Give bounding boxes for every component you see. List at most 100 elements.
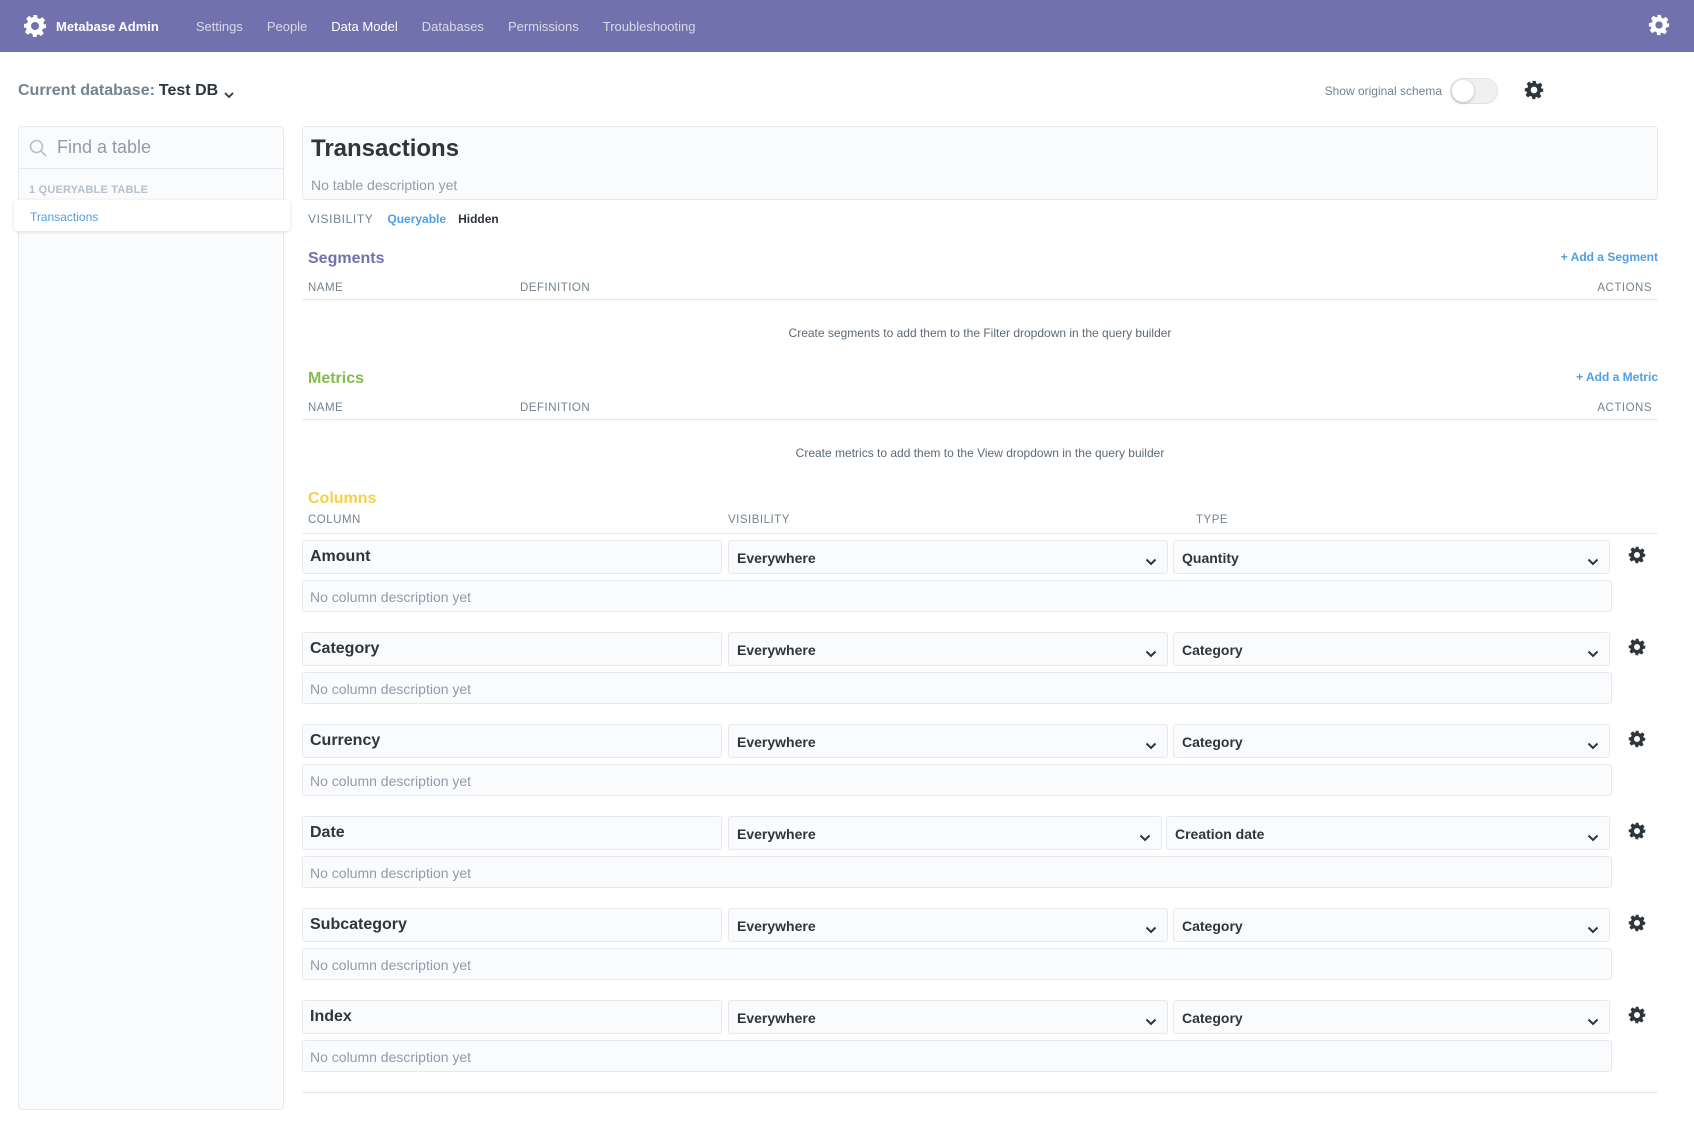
column-visibility-value: Everywhere (737, 918, 816, 934)
column-visibility-value: Everywhere (737, 734, 816, 750)
column-name-field[interactable]: Category (302, 632, 722, 666)
toggle-knob (1452, 80, 1474, 102)
column-visibility-select[interactable]: Everywhere (728, 908, 1168, 942)
metabase-logo-icon (22, 13, 48, 39)
column-name-field[interactable]: Amount (302, 540, 722, 574)
queryable-table-count: 1 QUERYABLE TABLE (29, 184, 149, 196)
column-settings-gear-icon[interactable] (1628, 730, 1648, 750)
table-description[interactable]: No table description yet (311, 177, 1649, 193)
column-type-value: Creation date (1175, 826, 1265, 842)
column-row: Amount Everywhere Quantity No column descri… (302, 540, 1658, 632)
segments-section: Segments + Add a Segment NAME DEFINITION… (302, 250, 1658, 356)
admin-navbar: Metabase Admin Settings People Data Mode… (0, 0, 1694, 52)
chevron-down-icon (1139, 829, 1151, 842)
metrics-section: Metrics + Add a Metric NAME DEFINITION A… (302, 370, 1658, 476)
column-visibility-select[interactable]: Everywhere (728, 1000, 1168, 1034)
column-name-field[interactable]: Date (302, 816, 722, 850)
segments-title: Segments (308, 250, 385, 267)
chevron-down-icon (1587, 829, 1599, 842)
chevron-down-icon (1145, 737, 1157, 750)
column-description-field[interactable]: No column description yet (302, 1040, 1612, 1072)
column-visibility-select[interactable]: Everywhere (728, 724, 1168, 758)
database-selector[interactable]: Current database: Test DB (18, 82, 234, 100)
column-visibility-value: Everywhere (737, 550, 816, 566)
nav-link-data-model[interactable]: Data Model (331, 19, 397, 34)
column-description-field[interactable]: No column description yet (302, 948, 1612, 980)
nav-link-people[interactable]: People (267, 19, 307, 34)
column-description-field[interactable]: No column description yet (302, 764, 1612, 796)
chevron-down-icon (1587, 645, 1599, 658)
nav-links: Settings People Data Model Databases Per… (196, 19, 720, 34)
search-placeholder: Find a table (57, 137, 152, 157)
column-description-field[interactable]: No column description yet (302, 580, 1612, 612)
columns-bottom-divider (302, 1092, 1658, 1093)
chevron-down-icon (1145, 553, 1157, 566)
column-type-select[interactable]: Category (1173, 632, 1610, 666)
column-type-select[interactable]: Category (1173, 724, 1610, 758)
segments-header-actions: ACTIONS (1597, 282, 1652, 294)
column-row: Index Everywhere Category No column descrip… (302, 1000, 1658, 1092)
chevron-down-icon (1145, 921, 1157, 934)
metrics-title: Metrics (308, 370, 365, 387)
column-visibility-value: Everywhere (737, 826, 816, 842)
column-settings-gear-icon[interactable] (1628, 546, 1648, 566)
column-row: Category Everywhere Category No column desc… (302, 632, 1658, 724)
column-visibility-select[interactable]: Everywhere (728, 816, 1162, 850)
column-type-value: Quantity (1182, 550, 1239, 566)
nav-link-troubleshooting[interactable]: Troubleshooting (603, 19, 696, 34)
visibility-queryable[interactable]: Queryable (387, 212, 446, 226)
table-search[interactable]: Find a table (19, 127, 283, 169)
column-description-field[interactable]: No column description yet (302, 672, 1612, 704)
settings-gear-icon[interactable] (1648, 14, 1672, 38)
metrics-header-name: NAME (308, 402, 344, 414)
column-row: Subcategory Everywhere Category No column d… (302, 908, 1658, 1000)
column-type-select[interactable]: Quantity (1173, 540, 1610, 574)
column-visibility-select[interactable]: Everywhere (728, 540, 1168, 574)
columns-title: Columns (308, 490, 377, 507)
chevron-down-icon (1587, 553, 1599, 566)
metrics-header-definition: DEFINITION (520, 402, 591, 414)
column-type-value: Category (1182, 734, 1243, 750)
show-original-schema-toggle[interactable] (1450, 78, 1498, 104)
chevron-down-icon (1587, 737, 1599, 750)
nav-link-permissions[interactable]: Permissions (508, 19, 579, 34)
column-visibility-select[interactable]: Everywhere (728, 632, 1168, 666)
add-metric-link[interactable]: + Add a Metric (1576, 370, 1658, 384)
column-type-value: Category (1182, 1010, 1243, 1026)
column-name-field[interactable]: Index (302, 1000, 722, 1034)
column-type-select[interactable]: Category (1173, 908, 1610, 942)
metrics-header-actions: ACTIONS (1597, 402, 1652, 414)
segments-empty-message: Create segments to add them to the Filte… (788, 326, 1172, 340)
segments-header-definition: DEFINITION (520, 282, 591, 294)
column-name-field[interactable]: Currency (302, 724, 722, 758)
column-type-select[interactable]: Category (1173, 1000, 1610, 1034)
table-title[interactable]: Transactions (311, 135, 1649, 163)
table-detail: Transactions No table description yet VI… (302, 126, 1658, 1093)
database-settings-gear-icon[interactable] (1524, 80, 1544, 100)
columns-table-header: COLUMN VISIBILITY TYPE (302, 514, 1658, 534)
visibility-hidden[interactable]: Hidden (458, 212, 499, 226)
brand[interactable]: Metabase Admin (22, 13, 159, 39)
column-settings-gear-icon[interactable] (1628, 1006, 1648, 1026)
chevron-down-icon (1587, 1013, 1599, 1026)
column-settings-gear-icon[interactable] (1628, 914, 1648, 934)
column-settings-gear-icon[interactable] (1628, 638, 1648, 658)
column-name-field[interactable]: Subcategory (302, 908, 722, 942)
columns-section: Columns COLUMN VISIBILITY TYPE Amount Eve… (302, 490, 1658, 1093)
brand-label: Metabase Admin (56, 18, 159, 34)
column-visibility-value: Everywhere (737, 642, 816, 658)
nav-link-databases[interactable]: Databases (422, 19, 484, 34)
nav-link-settings[interactable]: Settings (196, 19, 243, 34)
sidebar-item-transactions[interactable]: Transactions (14, 200, 290, 231)
add-segment-link[interactable]: + Add a Segment (1561, 250, 1658, 264)
column-type-value: Category (1182, 642, 1243, 658)
column-visibility-value: Everywhere (737, 1010, 816, 1026)
column-settings-gear-icon[interactable] (1628, 822, 1648, 842)
column-type-select[interactable]: Creation date (1166, 816, 1610, 850)
segments-table-header: NAME DEFINITION ACTIONS (302, 282, 1658, 300)
column-row: Date Everywhere Creation date No column des… (302, 816, 1658, 908)
columns-header-column: COLUMN (308, 514, 361, 526)
column-type-value: Category (1182, 918, 1243, 934)
column-description-field[interactable]: No column description yet (302, 856, 1612, 888)
database-label: Current database: (18, 82, 155, 99)
